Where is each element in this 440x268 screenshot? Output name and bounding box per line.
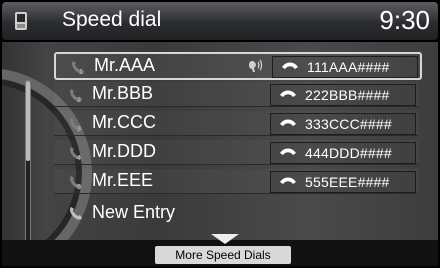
number-field: 111AAA#### bbox=[272, 56, 418, 78]
speed-dial-row[interactable]: 2 Mr.BBB 222BBB#### bbox=[54, 82, 418, 107]
entry-name: Mr.CCC bbox=[92, 112, 156, 132]
number-field: 555EEE#### bbox=[270, 171, 416, 193]
handset-icon bbox=[282, 62, 298, 69]
handset-icon: 4 bbox=[70, 147, 82, 161]
entry-name: Mr.AAA bbox=[94, 55, 156, 75]
phone-number: 111AAA#### bbox=[307, 59, 390, 75]
entry-name: Mr.EEE bbox=[92, 170, 154, 190]
speed-dial-row[interactable]: 3 Mr.CCC 333CCC#### bbox=[54, 111, 418, 136]
chevron-down-icon[interactable] bbox=[211, 234, 239, 244]
new-entry-label: New Entry bbox=[92, 202, 176, 222]
entry-index: 5 bbox=[77, 184, 81, 190]
entry-name: Mr.DDD bbox=[92, 141, 156, 161]
phone-number: 222BBB#### bbox=[305, 87, 390, 103]
phone-number: 333CCC#### bbox=[305, 116, 392, 132]
number-field: 444DDD#### bbox=[270, 142, 416, 164]
scroll-thumb[interactable] bbox=[26, 81, 30, 161]
phone-number: 555EEE#### bbox=[305, 174, 390, 190]
speed-dial-screen: Speed dial 9:30 1 Mr.AAA 111AAA#### 2 Mr.BBB… bbox=[0, 0, 440, 268]
header-bar: Speed dial 9:30 bbox=[2, 2, 438, 40]
speed-dial-row[interactable]: 1 Mr.AAA 111AAA#### bbox=[54, 52, 422, 80]
speed-dial-row[interactable]: 5 Mr.EEE 555EEE#### bbox=[54, 169, 418, 194]
new-entry-button[interactable]: New Entry bbox=[54, 200, 418, 226]
more-speed-dials-button[interactable]: More Speed Dials bbox=[155, 246, 291, 264]
speed-dial-list: 1 Mr.AAA 111AAA#### 2 Mr.BBB 222BBB#### 3 Mr.CC… bbox=[2, 42, 438, 240]
handset-icon: 1 bbox=[72, 61, 84, 75]
handset-icon: 3 bbox=[70, 118, 82, 132]
page-title: Speed dial bbox=[62, 8, 162, 31]
number-field: 222BBB#### bbox=[270, 84, 416, 106]
phone-device-icon bbox=[15, 12, 27, 30]
phone-number: 444DDD#### bbox=[305, 145, 392, 161]
handset-icon bbox=[280, 90, 296, 97]
handset-icon bbox=[70, 207, 82, 220]
entry-index: 4 bbox=[77, 155, 81, 161]
clock: 9:30 bbox=[379, 5, 430, 35]
handset-icon: 2 bbox=[70, 89, 82, 103]
voice-tag-icon bbox=[249, 59, 263, 72]
entry-index: 1 bbox=[79, 69, 83, 75]
entry-index: 3 bbox=[77, 126, 81, 132]
scrollbar[interactable] bbox=[25, 80, 31, 240]
handset-icon bbox=[280, 177, 296, 184]
speed-dial-row[interactable]: 4 Mr.DDD 444DDD#### bbox=[54, 140, 418, 165]
handset-icon bbox=[280, 148, 296, 155]
handset-icon: 5 bbox=[70, 176, 82, 190]
entry-index: 2 bbox=[77, 97, 81, 103]
handset-icon bbox=[280, 119, 296, 126]
number-field: 333CCC#### bbox=[270, 113, 416, 135]
entry-name: Mr.BBB bbox=[92, 83, 154, 103]
